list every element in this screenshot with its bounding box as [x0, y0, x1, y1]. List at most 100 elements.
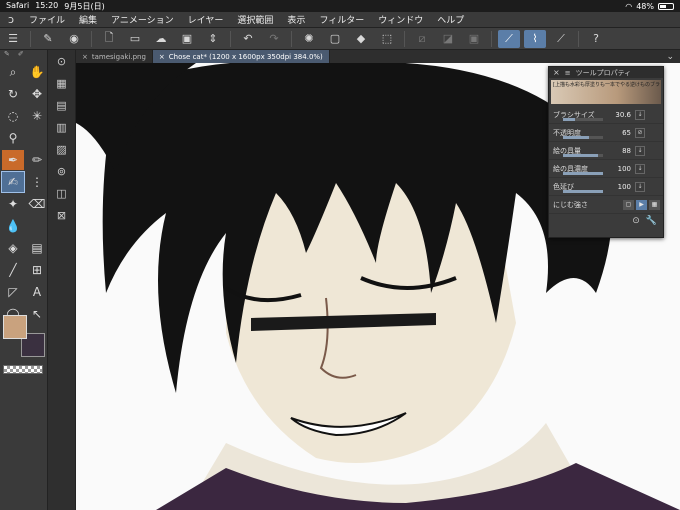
hand-tool-icon[interactable]: ✋ [26, 62, 48, 82]
opacity-row[interactable]: 不透明度 65 ⊘ [549, 124, 663, 142]
tab-chose-cat[interactable]: × Chose cat* (1200 x 1600px 350dpi 384.0… [152, 50, 330, 63]
layer-stack-icon[interactable]: ◫ [52, 184, 72, 202]
divider [91, 30, 92, 47]
opacity-slider[interactable] [563, 136, 603, 139]
menu-animation[interactable]: アニメーション [104, 13, 181, 26]
spray-tool-icon[interactable]: ⋮ [26, 172, 48, 192]
menu-window[interactable]: ウィンドウ [371, 13, 430, 26]
clear-icon[interactable]: ▢ [324, 30, 346, 48]
blur-strength-row[interactable]: にじむ強さ ▢ ▶ ▦ [549, 196, 663, 214]
reset-icon[interactable]: ⊙ [632, 216, 640, 226]
open-folder-icon[interactable]: ▭ [124, 30, 146, 48]
help-icon[interactable]: ? [585, 30, 607, 48]
ruler-pen-icon[interactable]: ⟋ [550, 30, 572, 48]
lasso-tool-icon[interactable]: ◌ [2, 106, 24, 126]
magic-wand-icon[interactable]: ✳ [26, 106, 48, 126]
settings-icon[interactable]: ▦ [649, 199, 660, 210]
companion-mode-icon[interactable]: ◉ [63, 30, 85, 48]
ruler-tool-icon[interactable]: ◸ [2, 282, 24, 302]
tab-tamesigaki[interactable]: × tamesigaki.png [76, 50, 153, 63]
deselect-icon[interactable]: ⧄ [411, 30, 433, 48]
paint-density-slider[interactable] [563, 172, 603, 175]
save-icon[interactable]: ▣ [176, 30, 198, 48]
pencil-tool-icon[interactable]: ✏ [26, 150, 48, 170]
wrench-icon[interactable]: 🔧 [646, 216, 657, 226]
color-stretch-row[interactable]: 色延び 100 ↓ [549, 178, 663, 196]
blur-on-button[interactable]: ▶ [636, 199, 647, 210]
frame-tool-icon[interactable]: ⊞ [26, 260, 48, 280]
color-wheel-icon[interactable]: ⊚ [52, 162, 72, 180]
loading-spinner-icon[interactable]: ✺ [298, 30, 320, 48]
navigator-icon[interactable]: ⊙ [52, 52, 72, 70]
new-document-icon[interactable]: ✎ [37, 30, 59, 48]
paint-amount-slider[interactable] [563, 154, 603, 157]
transparent-color-swatch[interactable] [3, 365, 43, 374]
redo-icon[interactable]: ↷ [263, 30, 285, 48]
paint-density-row[interactable]: 絵の具濃度 100 ↓ [549, 160, 663, 178]
menu-file[interactable]: ファイル [22, 13, 72, 26]
layers-icon[interactable]: ▥ [52, 118, 72, 136]
app-logo-icon[interactable]: ↄ [0, 13, 22, 26]
close-icon[interactable]: × [159, 53, 165, 61]
pressure-icon[interactable]: ↓ [635, 163, 645, 174]
figure-tool-icon[interactable]: ╱ [2, 260, 24, 280]
color-swatches [3, 315, 47, 365]
fill-icon[interactable]: ◆ [350, 30, 372, 48]
menu-icon[interactable]: ≡ [565, 69, 571, 77]
close-icon[interactable]: × [82, 53, 88, 61]
menu-help[interactable]: ヘルプ [430, 13, 471, 26]
blur-off-button[interactable]: ▢ [623, 199, 634, 210]
invert-selection-icon[interactable]: ◪ [437, 30, 459, 48]
status-time: 15:20 [35, 0, 59, 10]
color-stretch-slider[interactable] [563, 190, 603, 193]
pen-tab-icon[interactable]: ✎ [4, 50, 10, 60]
pressure-icon[interactable]: ↓ [635, 109, 645, 120]
brush-size-slider[interactable] [563, 118, 603, 121]
tool-property-panel: × ≡ ツールプロパティ [上描も水彩も厚塗りも一本でやる逆けものブラ ブラシサ… [548, 66, 664, 238]
pressure-icon[interactable]: ↓ [635, 181, 645, 192]
brush-size-row[interactable]: ブラシサイズ 30.6 ↓ [549, 106, 663, 124]
blend-tool-icon[interactable]: 💧 [2, 216, 24, 236]
panel-titlebar: × ≡ ツールプロパティ [549, 67, 663, 78]
brush-tab-icon[interactable]: ✐ [18, 50, 24, 60]
move-tool-icon[interactable]: ✥ [26, 84, 48, 104]
eyedropper-icon[interactable]: ⚲ [2, 128, 24, 148]
layer-property-icon[interactable]: ▦ [52, 74, 72, 92]
paint-amount-row[interactable]: 絵の具量 88 ↓ [549, 142, 663, 160]
wifi-icon: ◠ [625, 1, 633, 11]
status-battery: 48% [636, 1, 654, 11]
pressure-icon[interactable]: ↓ [635, 145, 645, 156]
close-icon[interactable]: × [553, 68, 560, 77]
menu-view[interactable]: 表示 [280, 13, 312, 26]
cloud-icon[interactable]: ☁ [150, 30, 172, 48]
export-icon[interactable]: ⇕ [202, 30, 224, 48]
menu-layer[interactable]: レイヤー [181, 13, 231, 26]
undo-icon[interactable]: ↶ [237, 30, 259, 48]
pen-tool-icon[interactable]: ✒ [2, 150, 24, 170]
hamburger-menu-icon[interactable]: ☰ [2, 30, 24, 48]
gradient-tool-icon[interactable]: ▤ [26, 238, 48, 258]
menu-edit[interactable]: 編集 [72, 13, 104, 26]
stabilizer-pen-icon[interactable]: ⟋ [498, 29, 520, 48]
main-color-swatch[interactable] [3, 315, 27, 339]
material-icon[interactable]: ▨ [52, 140, 72, 158]
zoom-tool-icon[interactable]: ⌕ [2, 62, 24, 82]
brush-stroke-icon[interactable]: ⌇ [524, 29, 546, 48]
brush-tool-icon[interactable]: ✍ [1, 171, 25, 193]
decoration-tool-icon[interactable]: ✦ [2, 194, 24, 214]
menu-selection[interactable]: 選択範囲 [230, 13, 280, 26]
sub-view-icon[interactable]: ▤ [52, 96, 72, 114]
chevron-down-icon[interactable]: ⌄ [666, 52, 680, 62]
crop-icon[interactable]: ▣ [463, 30, 485, 48]
blank-slot [26, 128, 48, 148]
menu-filter[interactable]: フィルター [312, 13, 371, 26]
link-icon[interactable]: ⊘ [635, 127, 645, 138]
fill-tool-icon[interactable]: ◈ [2, 238, 24, 258]
eraser-tool-icon[interactable]: ⌫ [26, 194, 48, 214]
transform-icon[interactable]: ⬚ [376, 30, 398, 48]
timeline-icon[interactable]: ⊠ [52, 206, 72, 224]
new-file-icon[interactable]: 🗋 [98, 30, 120, 48]
rotate-tool-icon[interactable]: ↻ [2, 84, 24, 104]
brush-preset-preview[interactable]: [上描も水彩も厚塗りも一本でやる逆けものブラ [551, 80, 661, 104]
text-tool-icon[interactable]: A [26, 282, 48, 302]
